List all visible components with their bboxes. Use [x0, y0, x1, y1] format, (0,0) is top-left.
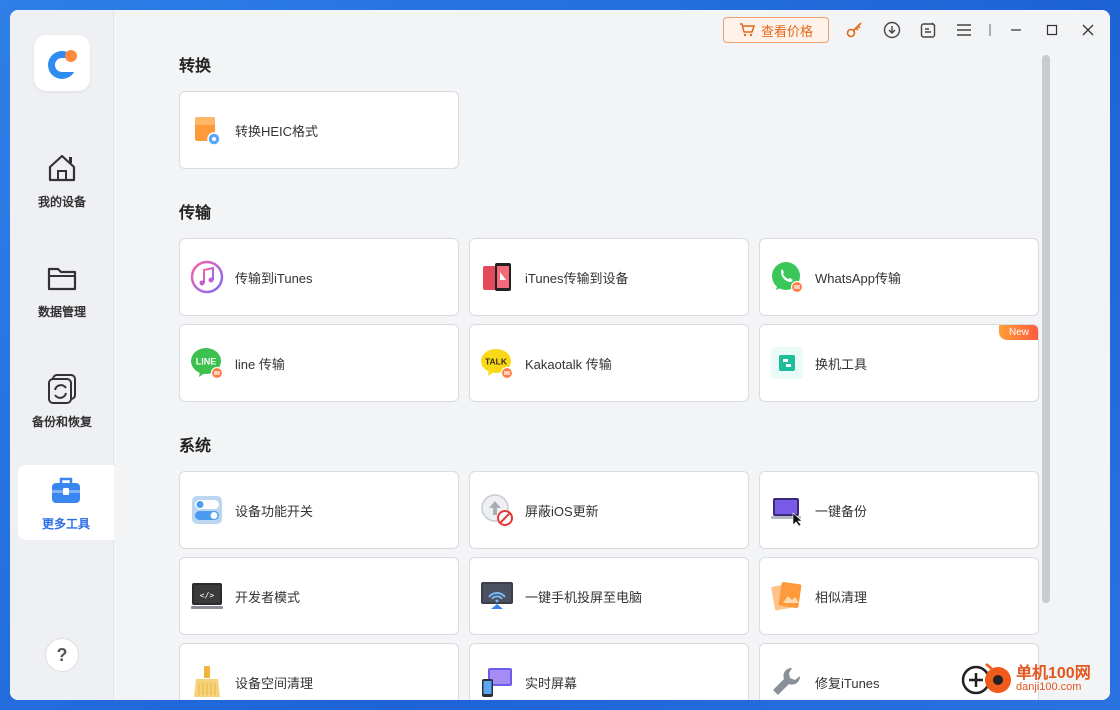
tool-card-one-click-backup[interactable]: 一键备份 — [759, 471, 1039, 549]
main-content: 查看价格 转换 转换HEIC格式 传输 传输到iTunes iTunes传输到设… — [114, 10, 1110, 700]
developer-mode-icon: </> — [191, 583, 223, 609]
phone-switch-icon — [771, 347, 803, 379]
maximize-icon[interactable] — [1042, 20, 1062, 40]
sidebar-item-backup-restore[interactable]: 备份和恢复 — [10, 350, 114, 450]
tool-card-label: 相似清理 — [815, 589, 868, 605]
watermark-logo-icon — [961, 663, 1011, 695]
tool-card-label: 实时屏幕 — [525, 675, 578, 691]
sidebar-item-data-management[interactable]: 数据管理 — [10, 240, 114, 340]
itunes-to-device-icon — [483, 263, 511, 291]
tool-card-label: 转换HEIC格式 — [235, 123, 319, 139]
one-click-backup-icon — [771, 498, 803, 527]
view-price-label: 查看价格 — [760, 23, 813, 39]
tool-card-whatsapp-transfer[interactable]: WhatsApp传输 — [759, 238, 1039, 316]
tool-card-label: 开发者模式 — [235, 589, 301, 605]
sidebar-item-label: 更多工具 — [41, 517, 90, 531]
titlebar-divider — [988, 20, 992, 40]
watermark-title: 单机100网 — [1016, 664, 1091, 682]
tool-card-phone-switch[interactable]: 换机工具 New — [759, 324, 1039, 402]
kakaotalk-icon: TALK — [481, 349, 514, 380]
folder-icon — [47, 267, 77, 290]
sidebar: 我的设备 数据管理 备份和恢复 更多工具 ? — [10, 10, 114, 700]
tool-card-label: WhatsApp传输 — [815, 270, 901, 286]
watermark-subtitle: danji100.com — [1016, 680, 1082, 693]
screen-cast-icon — [481, 582, 513, 609]
similar-photos-icon — [771, 581, 802, 611]
tool-card-device-storage-cleanup[interactable]: 设备空间清理 — [179, 643, 459, 700]
tool-card-label: line 传输 — [235, 356, 285, 372]
tool-card-kakaotalk-transfer[interactable]: TALK Kakaotalk 传输 — [469, 324, 749, 402]
section-title-transfer: 传输 — [179, 205, 212, 222]
tool-card-screen-cast[interactable]: 一键手机投屏至电脑 — [469, 557, 749, 635]
sidebar-item-more-tools[interactable]: 更多工具 — [18, 465, 114, 540]
download-icon[interactable] — [882, 20, 902, 40]
line-icon: LINE — [191, 348, 224, 380]
tool-card-label: 换机工具 — [815, 356, 868, 372]
sidebar-item-label: 数据管理 — [37, 304, 86, 319]
svg-text:</>: </> — [200, 591, 215, 600]
toolbox-icon — [52, 477, 80, 503]
cart-icon — [739, 23, 755, 37]
tool-card-transfer-to-itunes[interactable]: 传输到iTunes — [179, 238, 459, 316]
new-badge: New — [999, 325, 1038, 340]
feedback-icon[interactable] — [918, 20, 938, 40]
tool-card-label: Kakaotalk 传输 — [525, 356, 612, 372]
tool-card-device-toggles[interactable]: 设备功能开关 — [179, 471, 459, 549]
tool-card-block-ios-update[interactable]: 屏蔽iOS更新 — [469, 471, 749, 549]
tool-card-label: 一键手机投屏至电脑 — [525, 589, 643, 605]
help-button[interactable]: ? — [45, 638, 79, 672]
broom-icon — [194, 666, 220, 697]
close-icon[interactable] — [1078, 20, 1098, 40]
tool-card-line-transfer[interactable]: LINE line 传输 — [179, 324, 459, 402]
toggle-switch-icon — [192, 496, 222, 524]
section-title-convert: 转换 — [179, 58, 212, 75]
section-title-system: 系统 — [179, 438, 212, 455]
tool-card-live-screen[interactable]: 实时屏幕 — [469, 643, 749, 700]
vertical-scrollbar[interactable] — [1042, 55, 1050, 603]
sidebar-item-my-device[interactable]: 我的设备 — [10, 130, 114, 230]
tool-card-label: 传输到iTunes — [235, 270, 313, 286]
block-update-icon — [481, 494, 513, 526]
app-window: 我的设备 数据管理 备份和恢复 更多工具 ? 查看价格 转换 转换HEIC格式 … — [10, 10, 1110, 700]
whatsapp-icon — [772, 262, 804, 294]
tool-card-itunes-to-device[interactable]: iTunes传输到设备 — [469, 238, 749, 316]
tool-card-label: iTunes传输到设备 — [525, 270, 629, 286]
tool-card-label: 设备功能开关 — [235, 503, 314, 519]
watermark: 单机100网 danji100.com — [960, 658, 1110, 700]
sidebar-item-label: 备份和恢复 — [31, 414, 92, 429]
minimize-icon[interactable] — [1006, 20, 1026, 40]
live-screen-icon — [482, 668, 512, 697]
tool-card-label: 修复iTunes — [815, 675, 880, 691]
tool-card-similar-cleanup[interactable]: 相似清理 — [759, 557, 1039, 635]
key-icon[interactable] — [845, 20, 865, 40]
wrench-icon — [773, 667, 801, 695]
menu-icon[interactable] — [954, 20, 974, 40]
home-icon — [48, 154, 76, 181]
tool-card-label: 一键备份 — [815, 503, 868, 519]
backup-restore-icon — [48, 373, 76, 404]
sidebar-item-label: 我的设备 — [37, 194, 86, 209]
svg-text:TALK: TALK — [485, 357, 508, 367]
tool-card-label: 屏蔽iOS更新 — [525, 503, 599, 519]
svg-text:LINE: LINE — [196, 357, 217, 367]
app-logo — [34, 35, 90, 91]
heic-convert-icon — [195, 117, 221, 146]
tool-card-label: 设备空间清理 — [235, 675, 314, 691]
view-price-button[interactable]: 查看价格 — [723, 17, 829, 43]
itunes-icon — [190, 260, 224, 294]
tool-card-developer-mode[interactable]: </> 开发者模式 — [179, 557, 459, 635]
tool-card-heic-convert[interactable]: 转换HEIC格式 — [179, 91, 459, 169]
